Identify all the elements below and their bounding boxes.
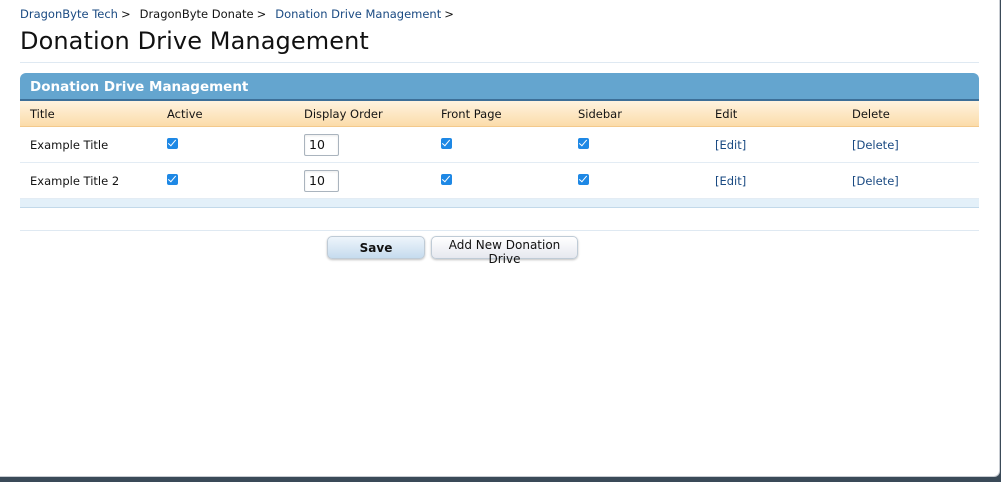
table-row: Example Title [Edit] [Delete] — [20, 127, 979, 163]
display-order-input[interactable] — [304, 133, 339, 156]
panel-footer — [20, 199, 979, 208]
breadcrumb-dragonbyte-tech[interactable]: DragonByte Tech — [20, 7, 118, 21]
delete-link[interactable]: [Delete] — [852, 138, 899, 152]
column-header-title: Title — [30, 107, 55, 121]
display-order-input[interactable] — [304, 169, 339, 192]
sidebar-checkbox[interactable] — [578, 137, 589, 149]
table-row: Example Title 2 [Edit] [Delete] — [20, 163, 979, 199]
breadcrumb-dragonbyte-donate[interactable]: DragonByte Donate — [140, 7, 254, 21]
edit-link[interactable]: [Edit] — [715, 174, 746, 188]
breadcrumb-donation-drive-management[interactable]: Donation Drive Management — [275, 7, 441, 21]
column-header-front-page: Front Page — [441, 107, 502, 121]
breadcrumb-separator: > — [120, 7, 131, 21]
edit-link[interactable]: [Edit] — [715, 138, 746, 152]
delete-link[interactable]: [Delete] — [852, 174, 899, 188]
column-header-sidebar: Sidebar — [578, 107, 622, 121]
page-title: Donation Drive Management — [20, 27, 369, 55]
front-page-checkbox[interactable] — [441, 173, 452, 185]
column-header-edit: Edit — [715, 107, 738, 121]
breadcrumb-separator: > — [444, 7, 454, 21]
row-title: Example Title — [30, 137, 109, 152]
column-header-active: Active — [167, 107, 203, 121]
app-window: DragonByte Tech > DragonByte Donate > Donati… — [0, 0, 1000, 477]
column-header-display-order: Display Order — [304, 107, 383, 121]
active-checkbox[interactable] — [167, 137, 178, 149]
form-divider — [20, 230, 979, 231]
save-button[interactable]: Save — [327, 236, 425, 259]
panel-header: Donation Drive Management — [20, 73, 979, 101]
front-page-checkbox[interactable] — [441, 137, 452, 149]
row-title: Example Title 2 — [30, 173, 120, 188]
sidebar-checkbox[interactable] — [578, 173, 589, 185]
add-new-donation-drive-button[interactable]: Add New Donation Drive — [431, 236, 578, 266]
breadcrumb: DragonByte Tech > DragonByte Donate > Donati… — [20, 7, 463, 21]
column-header-row: Title Active Display Order Front Page Si… — [20, 101, 979, 127]
active-checkbox[interactable] — [167, 173, 178, 185]
breadcrumb-separator: > — [256, 7, 267, 21]
donation-drive-panel: Donation Drive Management Title Active D… — [20, 73, 979, 208]
column-header-delete: Delete — [852, 107, 890, 121]
title-divider — [20, 62, 979, 63]
